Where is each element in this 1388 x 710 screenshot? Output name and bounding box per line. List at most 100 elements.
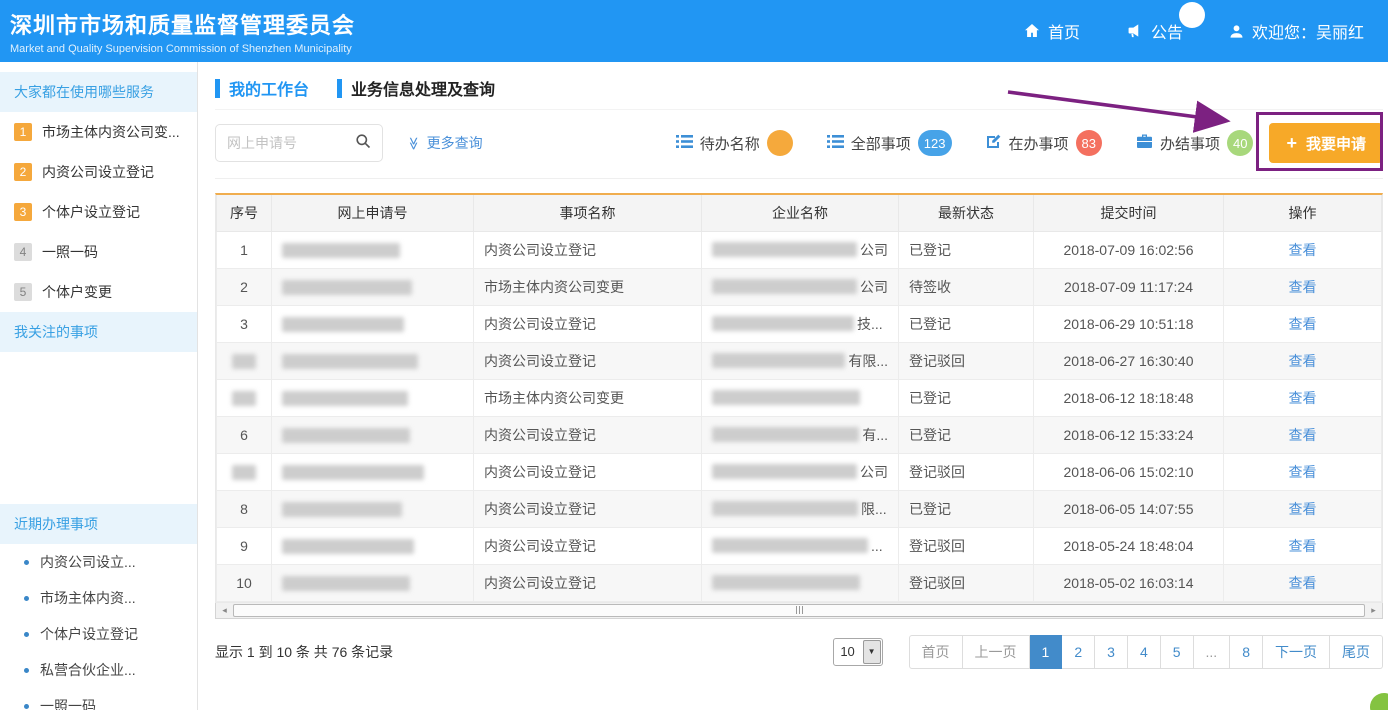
search-icon[interactable] <box>355 133 371 154</box>
page-button[interactable]: 8 <box>1230 635 1263 669</box>
scroll-right-button[interactable]: ▸ <box>1365 603 1382 618</box>
cell-item-name: 市场主体内资公司变更 <box>474 268 702 305</box>
page-button[interactable]: 3 <box>1095 635 1128 669</box>
tab-marker <box>337 79 342 98</box>
cell-item-text: 内资公司设立登记 <box>484 501 596 517</box>
cell-item-name: 内资公司设立登记 <box>474 564 702 601</box>
page-button[interactable]: 尾页 <box>1330 635 1383 669</box>
view-link[interactable]: 查看 <box>1289 316 1317 332</box>
cell-application-no <box>272 490 474 527</box>
time-text: 2018-07-09 16:02:56 <box>1064 242 1194 258</box>
column-header: 操作 <box>1224 195 1382 231</box>
status-text: 已登记 <box>909 316 951 332</box>
cell-submit-time: 2018-07-09 16:02:56 <box>1034 231 1224 268</box>
page-button[interactable]: 5 <box>1161 635 1194 669</box>
cell-company-name: ... <box>702 527 899 564</box>
page-button: 首页 <box>909 635 963 669</box>
tab-marker <box>215 79 220 98</box>
megaphone-icon <box>1126 23 1143 39</box>
horizontal-scrollbar[interactable]: ◂ ▸ <box>215 603 1383 619</box>
time-text: 2018-05-02 16:03:14 <box>1064 575 1194 591</box>
sidebar-item-1[interactable]: 1市场主体内资公司变... <box>0 112 197 152</box>
column-header: 企业名称 <box>702 195 899 231</box>
table-row: 9内资公司设立登记...登记驳回2018-05-24 18:48:04查看 <box>217 527 1382 564</box>
table-row: 3内资公司设立登记技...已登记2018-06-29 10:51:18查看 <box>217 305 1382 342</box>
view-link[interactable]: 查看 <box>1289 242 1317 258</box>
nav-welcome-user[interactable]: 欢迎您：吴丽红 <box>1229 19 1364 43</box>
redacted-block <box>712 575 860 590</box>
cell-company-name: 有限... <box>702 342 899 379</box>
list-icon <box>827 134 844 153</box>
nav-home[interactable]: 首页 <box>1024 19 1080 43</box>
filter-1[interactable]: 待办名称 <box>676 130 793 156</box>
chevron-down-icon[interactable]: ▼ <box>863 640 881 664</box>
company-wrap: 有... <box>712 425 888 445</box>
filter-2[interactable]: 全部事项123 <box>827 130 952 156</box>
view-link[interactable]: 查看 <box>1289 538 1317 554</box>
view-link[interactable]: 查看 <box>1289 390 1317 406</box>
page-button[interactable]: 4 <box>1128 635 1161 669</box>
page-button[interactable]: 1 <box>1030 635 1063 669</box>
cell-action: 查看 <box>1224 527 1382 564</box>
tab-my-workbench[interactable]: 我的工作台 <box>215 76 309 100</box>
filter-label: 办结事项 <box>1160 133 1220 154</box>
sidebar-item-3[interactable]: 3个体户设立登记 <box>0 192 197 232</box>
view-link[interactable]: 查看 <box>1289 427 1317 443</box>
sidebar-recent-item[interactable]: 内资公司设立... <box>0 544 197 580</box>
view-link[interactable]: 查看 <box>1289 575 1317 591</box>
cell-item-text: 内资公司设立登记 <box>484 464 596 480</box>
sidebar-recent-item[interactable]: 个体户设立登记 <box>0 616 197 652</box>
time-text: 2018-06-06 15:02:10 <box>1064 464 1194 480</box>
redacted-block <box>282 428 410 443</box>
view-link[interactable]: 查看 <box>1289 501 1317 517</box>
more-query-link[interactable]: ≫ 更多查询 <box>407 133 483 153</box>
status-text: 登记驳回 <box>909 538 965 554</box>
cell-company-name: 有... <box>702 416 899 453</box>
search-input[interactable] <box>227 135 355 151</box>
view-link[interactable]: 查看 <box>1289 279 1317 295</box>
filter-4[interactable]: 办结事项40 <box>1136 130 1253 156</box>
sidebar-recent-item[interactable]: 市场主体内资... <box>0 580 197 616</box>
user-icon <box>1229 24 1244 39</box>
sidebar-item-5[interactable]: 5个体户变更 <box>0 272 197 312</box>
page-size-select[interactable]: 10 ▼ <box>833 638 883 666</box>
scroll-thumb[interactable] <box>233 604 1365 617</box>
company-wrap <box>712 575 888 590</box>
status-text: 已登记 <box>909 390 951 406</box>
cell-no: 2 <box>217 268 272 305</box>
cell-status: 登记驳回 <box>899 342 1034 379</box>
redacted-block <box>282 317 404 332</box>
cell-submit-time: 2018-05-24 18:48:04 <box>1034 527 1224 564</box>
bullet-icon <box>24 632 29 637</box>
table-row: 市场主体内资公司变更已登记2018-06-12 18:18:48查看 <box>217 379 1382 416</box>
view-link[interactable]: 查看 <box>1289 353 1317 369</box>
redacted-block <box>712 501 858 516</box>
scroll-left-button[interactable]: ◂ <box>216 603 233 618</box>
page-button[interactable]: 2 <box>1062 635 1095 669</box>
results-table: 序号网上申请号事项名称企业名称最新状态提交时间操作 1内资公司设立登记公司已登记… <box>216 195 1382 602</box>
cell-item-name: 内资公司设立登记 <box>474 231 702 268</box>
nav-announcements[interactable]: 公告 <box>1126 19 1183 43</box>
cell-action: 查看 <box>1224 379 1382 416</box>
cell-submit-time: 2018-06-12 18:18:48 <box>1034 379 1224 416</box>
sidebar-item-4[interactable]: 4一照一码 <box>0 232 197 272</box>
filter-3[interactable]: 在办事项83 <box>986 130 1102 156</box>
cell-action: 查看 <box>1224 342 1382 379</box>
table-header-row: 序号网上申请号事项名称企业名称最新状态提交时间操作 <box>217 195 1382 231</box>
tab-business-info-query[interactable]: 业务信息处理及查询 <box>337 76 495 100</box>
sidebar-recent-item[interactable]: 私营合伙企业... <box>0 652 197 688</box>
rank-badge: 3 <box>14 203 32 221</box>
sidebar-item-label: 个体户变更 <box>42 282 112 302</box>
apply-button[interactable]: + 我要申请 <box>1269 123 1383 163</box>
sidebar-item-label: 一照一码 <box>42 242 98 262</box>
page-button[interactable]: 下一页 <box>1263 635 1330 669</box>
sidebar-recent-item-label: 个体户设立登记 <box>40 624 138 644</box>
time-text: 2018-06-12 18:18:48 <box>1064 390 1194 406</box>
column-header: 最新状态 <box>899 195 1034 231</box>
sidebar-item-2[interactable]: 2内资公司设立登记 <box>0 152 197 192</box>
rank-badge: 2 <box>14 163 32 181</box>
sidebar-recent-item[interactable]: 一照一码 <box>0 688 197 710</box>
view-link[interactable]: 查看 <box>1289 464 1317 480</box>
table-row: 内资公司设立登记有限...登记驳回2018-06-27 16:30:40查看 <box>217 342 1382 379</box>
time-text: 2018-06-12 15:33:24 <box>1064 427 1194 443</box>
